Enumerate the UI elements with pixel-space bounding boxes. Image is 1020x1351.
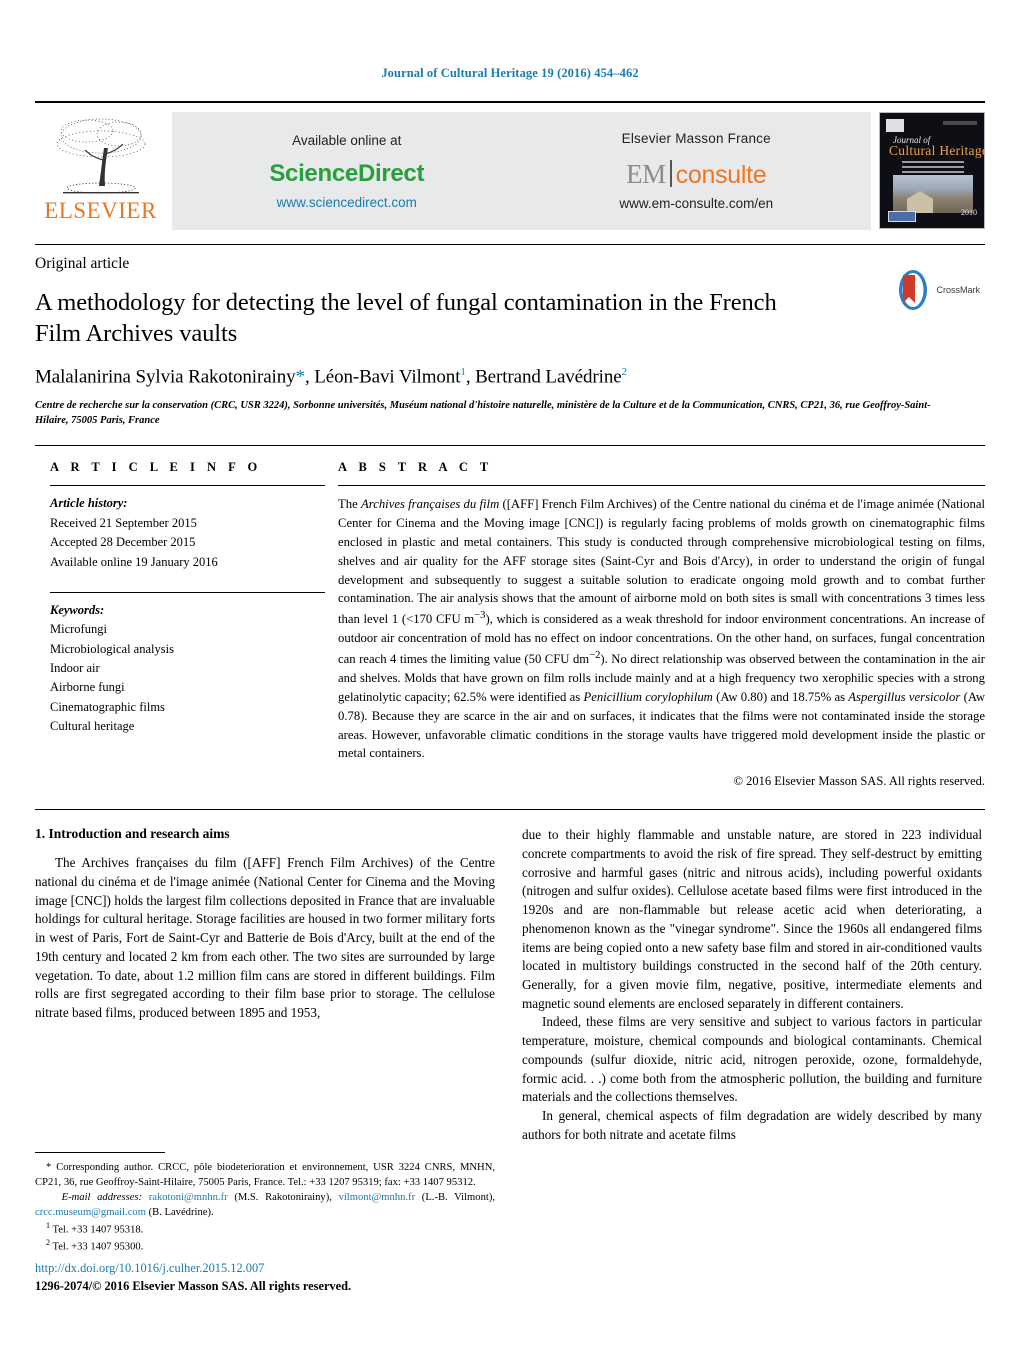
em-consulte-url[interactable]: www.em-consulte.com/en bbox=[619, 196, 773, 211]
em-logo-right: consulte bbox=[675, 161, 767, 189]
keyword-item: Cinematographic films bbox=[50, 699, 165, 714]
running-head: Journal of Cultural Heritage 19 (2016) 4… bbox=[381, 66, 639, 80]
em-consulte-logo: EM consulte bbox=[626, 156, 767, 189]
footnote-text: Tel. +33 1407 95300. bbox=[52, 1241, 144, 1253]
article-type-label: Original article bbox=[35, 255, 130, 272]
body-paragraph: due to their highly flammable and unstab… bbox=[522, 827, 982, 1011]
email-owner: (L.-B. Vilmont) bbox=[421, 1191, 493, 1203]
article-info-heading: A R T I C L E I N F O bbox=[50, 460, 262, 475]
elsevier-masson-label: Elsevier Masson France bbox=[621, 131, 771, 146]
email-link[interactable]: vilmont@mnhn.fr bbox=[339, 1192, 416, 1203]
abstract-column: A B S T R A C T The Archives françaises … bbox=[325, 460, 985, 789]
sciencedirect-block[interactable]: Available online at ScienceDirect www.sc… bbox=[172, 112, 522, 230]
doi-link[interactable]: http://dx.doi.org/10.1016/j.culher.2015.… bbox=[35, 1260, 535, 1278]
body-columns: 1. Introduction and research aims The Ar… bbox=[35, 809, 985, 1144]
keyword-item: Microbiological analysis bbox=[50, 641, 174, 656]
crossmark-badge[interactable]: CrossMark bbox=[895, 269, 980, 311]
footnote-note: 2 Tel. +33 1407 95300. bbox=[35, 1237, 495, 1255]
body-paragraph: The Archives françaises du film ([AFF] F… bbox=[35, 855, 495, 1020]
journal-cover-thumbnail[interactable]: Journal of Cultural Heritage 2010 bbox=[879, 112, 985, 229]
sciencedirect-url[interactable]: www.sciencedirect.com bbox=[277, 195, 417, 210]
keywords-block: Keywords: Microfungi Microbiological ana… bbox=[50, 591, 325, 737]
email-owner: (B. Lavédrine) bbox=[148, 1206, 211, 1218]
footnote-emails: E-mail addresses: rakotoni@mnhn.fr (M.S.… bbox=[35, 1191, 496, 1218]
em-logo-left: EM bbox=[626, 159, 666, 189]
article-history: Article history: Received 21 September 2… bbox=[50, 494, 325, 572]
elsevier-tree-icon bbox=[47, 114, 155, 198]
article-header: Original article A methodology for detec… bbox=[35, 244, 985, 428]
keyword-item: Airborne fungi bbox=[50, 680, 125, 695]
affiliation: Centre de recherche sur la conservation … bbox=[35, 400, 931, 427]
em-logo-divider bbox=[669, 160, 672, 187]
elsevier-wordmark: ELSEVIER bbox=[44, 198, 157, 223]
body-column-left: 1. Introduction and research aims The Ar… bbox=[35, 826, 495, 1144]
em-consulte-block[interactable]: Elsevier Masson France EM consulte www.e… bbox=[522, 112, 872, 230]
history-item: Accepted 28 December 2015 bbox=[50, 535, 196, 550]
abstract-text: The Archives françaises du film ([AFF] F… bbox=[338, 497, 986, 761]
history-item: Received 21 September 2015 bbox=[50, 515, 197, 530]
info-divider bbox=[50, 485, 325, 487]
availability-banner: Available online at ScienceDirect www.sc… bbox=[172, 112, 871, 230]
available-online-label: Available online at bbox=[292, 132, 402, 148]
history-label: Article history: bbox=[50, 496, 128, 511]
author-list: Malalanirina Sylvia Rakotonirainy*, Léon… bbox=[35, 365, 627, 388]
cover-year: 2010 bbox=[961, 208, 977, 217]
section-heading-introduction: 1. Introduction and research aims bbox=[35, 826, 230, 842]
page-footer: http://dx.doi.org/10.1016/j.culher.2015.… bbox=[35, 1260, 535, 1296]
footnote-corresponding-author: * Corresponding author. CRCC, pôle biode… bbox=[35, 1161, 495, 1188]
cover-title: Cultural Heritage bbox=[889, 143, 985, 158]
cover-badge bbox=[888, 211, 916, 222]
journal-masthead: ELSEVIER Available online at ScienceDire… bbox=[35, 101, 985, 230]
history-item: Available online 19 January 2016 bbox=[50, 554, 218, 569]
footnote-note: 1 Tel. +33 1407 95318. bbox=[35, 1220, 495, 1238]
abstract-heading: A B S T R A C T bbox=[338, 460, 493, 475]
article-info-column: A R T I C L E I N F O Article history: R… bbox=[35, 460, 325, 789]
email-link[interactable]: crcc.museum@gmail.com bbox=[35, 1207, 146, 1218]
body-paragraph: Indeed, these films are very sensitive a… bbox=[522, 1014, 982, 1105]
footnote-marker: 1 bbox=[46, 1220, 50, 1230]
email-link[interactable]: rakotoni@mnhn.fr bbox=[149, 1192, 228, 1203]
footnote-marker: 2 bbox=[46, 1238, 50, 1248]
footnotes: * Corresponding author. CRCC, pôle biode… bbox=[35, 1151, 496, 1255]
abstract-copyright: © 2016 Elsevier Masson SAS. All rights r… bbox=[733, 774, 986, 789]
footnote-text: Tel. +33 1407 95318. bbox=[52, 1224, 144, 1236]
cover-subtitle-lines bbox=[902, 161, 964, 176]
article-page: Journal of Cultural Heritage 19 (2016) 4… bbox=[0, 0, 1020, 1351]
email-owner: (M.S. Rakotonirainy) bbox=[234, 1191, 330, 1203]
issn-copyright-line: 1296-2074/© 2016 Elsevier Masson SAS. Al… bbox=[35, 1279, 352, 1294]
email-addresses-label: E-mail addresses: bbox=[61, 1191, 143, 1203]
keyword-item: Indoor air bbox=[50, 661, 100, 676]
sciencedirect-wordmark: ScienceDirect bbox=[269, 159, 425, 187]
keyword-item: Microfungi bbox=[50, 622, 107, 637]
crossmark-icon bbox=[895, 269, 931, 311]
keywords-divider bbox=[50, 591, 325, 593]
info-abstract-region: A R T I C L E I N F O Article history: R… bbox=[35, 445, 985, 789]
page-title: A methodology for detecting the level of… bbox=[35, 289, 777, 348]
cover-header-bar bbox=[943, 121, 977, 125]
elsevier-logo: ELSEVIER bbox=[35, 112, 166, 230]
body-column-right: due to their highly flammable and unstab… bbox=[522, 826, 982, 1144]
keywords-label: Keywords: bbox=[50, 602, 105, 617]
cover-publisher-mark bbox=[886, 119, 904, 132]
keyword-item: Cultural heritage bbox=[50, 719, 135, 734]
crossmark-label: CrossMark bbox=[936, 285, 980, 295]
footnote-rule bbox=[35, 1151, 165, 1153]
abstract-divider bbox=[338, 485, 985, 487]
keywords-list: Keywords: Microfungi Microbiological ana… bbox=[50, 601, 325, 737]
body-paragraph: In general, chemical aspects of film deg… bbox=[522, 1108, 982, 1142]
